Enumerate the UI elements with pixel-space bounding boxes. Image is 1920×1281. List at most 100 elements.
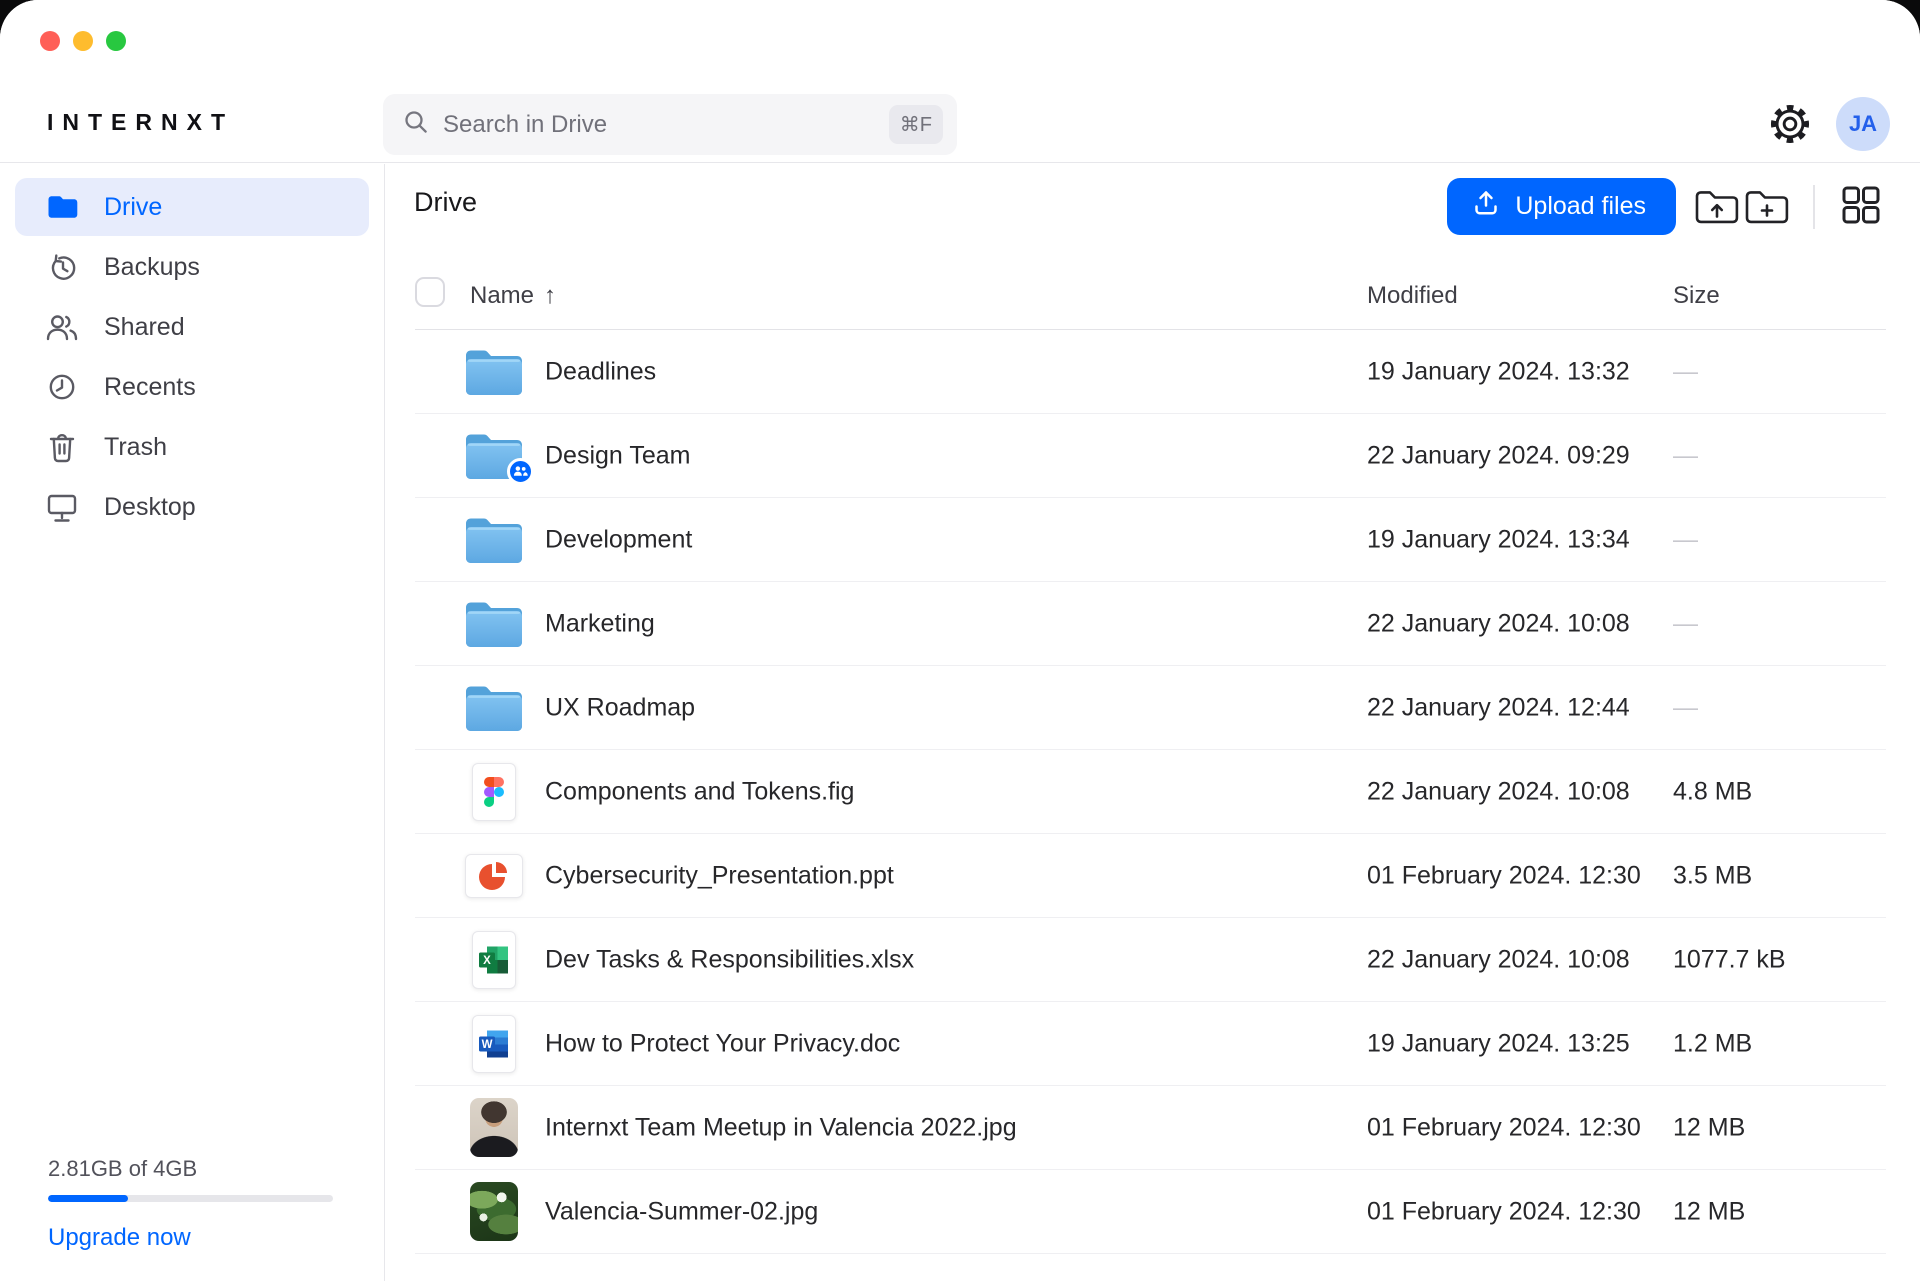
- table-row[interactable]: W How to Protect Your Privacy.doc 19 Janua…: [415, 1002, 1886, 1086]
- table-row[interactable]: Deadlines 19 January 2024. 13:32 —: [415, 330, 1886, 414]
- column-header-size[interactable]: Size: [1673, 282, 1720, 310]
- modified-date: 22 January 2024. 10:08: [1367, 609, 1630, 638]
- file-name: How to Protect Your Privacy.doc: [545, 1029, 900, 1058]
- file-size: —: [1673, 525, 1698, 554]
- table-row[interactable]: Valencia-Summer-02.jpg 01 February 2024. …: [415, 1170, 1886, 1254]
- photo-thumbnail-portrait: [459, 1086, 529, 1169]
- modified-date: 19 January 2024. 13:34: [1367, 525, 1630, 554]
- column-header-modified[interactable]: Modified: [1367, 282, 1458, 310]
- grid-view-button[interactable]: [1836, 182, 1886, 232]
- storage-usage-label: 2.81GB of 4GB: [48, 1156, 333, 1182]
- search-input[interactable]: Search in Drive ⌘F: [383, 94, 957, 155]
- sidebar-item-label: Trash: [104, 433, 167, 462]
- sidebar-item-label: Backups: [104, 253, 200, 282]
- recents-icon: [45, 371, 79, 403]
- word-icon: W: [459, 1002, 529, 1085]
- file-name: Deadlines: [545, 357, 656, 386]
- file-name: Components and Tokens.fig: [545, 777, 854, 806]
- sidebar-item-backups[interactable]: Backups: [15, 238, 369, 296]
- app-window: INTERNXT Search in Drive ⌘F JA Drive Back…: [0, 0, 1920, 1281]
- table-header: Name ↑ Modified Size: [415, 262, 1886, 330]
- file-name: UX Roadmap: [545, 693, 695, 722]
- folder-icon: [459, 414, 529, 497]
- file-size: —: [1673, 441, 1698, 470]
- excel-icon: X: [459, 918, 529, 1001]
- table-row[interactable]: XDev Tasks & Responsibilities.xlsx22 Jan…: [415, 918, 1886, 1002]
- folder-upload-icon: [1693, 184, 1741, 229]
- select-all-checkbox[interactable]: [415, 277, 445, 307]
- modified-date: 19 January 2024. 13:25: [1367, 1029, 1630, 1058]
- minimize-window-button[interactable]: [73, 31, 93, 51]
- sidebar-item-trash[interactable]: Trash: [15, 418, 369, 476]
- figma-icon: [459, 750, 529, 833]
- powerpoint-icon: [459, 834, 529, 917]
- top-bar: INTERNXT Search in Drive ⌘F JA: [0, 0, 1920, 163]
- modified-date: 22 January 2024. 09:29: [1367, 441, 1630, 470]
- gear-icon: [1767, 101, 1813, 150]
- sidebar-item-recents[interactable]: Recents: [15, 358, 369, 416]
- photo-thumbnail-leaves: [459, 1170, 529, 1253]
- file-name: Design Team: [545, 441, 690, 470]
- table-row[interactable]: Marketing22 January 2024. 10:08—: [415, 582, 1886, 666]
- table-row[interactable]: Cybersecurity_Presentation.ppt 01 Februar…: [415, 834, 1886, 918]
- sidebar-item-desktop[interactable]: Desktop: [15, 478, 369, 536]
- main-content: Drive Upload files: [386, 164, 1920, 1281]
- toolbar-divider: [1813, 185, 1815, 229]
- table-row[interactable]: UX Roadmap 22 January 2024. 12:44 —: [415, 666, 1886, 750]
- modified-date: 01 February 2024. 12:30: [1367, 861, 1641, 890]
- grid-view-icon: [1839, 183, 1883, 230]
- upload-files-label: Upload files: [1515, 192, 1646, 221]
- file-size: —: [1673, 357, 1698, 386]
- file-table: Name ↑ Modified Size Deadlines 19 January…: [415, 262, 1886, 1254]
- zoom-window-button[interactable]: [106, 31, 126, 51]
- folder-icon: [459, 666, 529, 749]
- modified-date: 22 January 2024. 10:08: [1367, 945, 1630, 974]
- folder-icon: [459, 330, 529, 413]
- upgrade-now-link[interactable]: Upgrade now: [48, 1224, 191, 1252]
- storage-widget: 2.81GB of 4GB Upgrade now: [48, 1156, 333, 1252]
- table-row[interactable]: Design Team 22 January 2024. 09:29 —: [415, 414, 1886, 498]
- avatar[interactable]: JA: [1836, 97, 1890, 151]
- svg-text:W: W: [482, 1039, 493, 1051]
- modified-date: 22 January 2024. 12:44: [1367, 693, 1630, 722]
- modified-date: 22 January 2024. 10:08: [1367, 777, 1630, 806]
- file-size: 1.2 MB: [1673, 1029, 1752, 1058]
- file-size: 12 MB: [1673, 1197, 1745, 1226]
- page-title: Drive: [414, 187, 477, 218]
- sidebar: Drive Backups Shared Recents Trash Desktop 2.…: [0, 164, 385, 1281]
- file-size: 4.8 MB: [1673, 777, 1752, 806]
- close-window-button[interactable]: [40, 31, 60, 51]
- sidebar-item-drive[interactable]: Drive: [15, 178, 369, 236]
- column-header-name[interactable]: Name ↑: [470, 282, 556, 310]
- search-shortcut-badge: ⌘F: [889, 105, 943, 144]
- file-size: —: [1673, 609, 1698, 638]
- modified-date: 19 January 2024. 13:32: [1367, 357, 1630, 386]
- name-header-label: Name: [470, 282, 534, 310]
- upload-icon: [1471, 188, 1501, 225]
- upload-files-button[interactable]: Upload files: [1447, 178, 1676, 235]
- settings-button[interactable]: [1766, 101, 1814, 149]
- file-name: Internxt Team Meetup in Valencia 2022.jp…: [545, 1113, 1017, 1142]
- file-size: 1077.7 kB: [1673, 945, 1786, 974]
- table-row[interactable]: Internxt Team Meetup in Valencia 2022.jp…: [415, 1086, 1886, 1170]
- desktop-icon: [45, 492, 79, 523]
- new-folder-button[interactable]: [1742, 182, 1792, 232]
- table-row[interactable]: Development19 January 2024. 13:34—: [415, 498, 1886, 582]
- sidebar-item-label: Shared: [104, 313, 185, 342]
- upload-folder-button[interactable]: [1692, 182, 1742, 232]
- internxt-logo: INTERNXT: [47, 109, 234, 136]
- sidebar-item-shared[interactable]: Shared: [15, 298, 369, 356]
- shared-icon: [45, 313, 79, 341]
- sort-ascending-icon: ↑: [544, 282, 556, 310]
- folder-icon: [45, 194, 79, 220]
- modified-date: 01 February 2024. 12:30: [1367, 1197, 1641, 1226]
- table-row[interactable]: Components and Tokens.fig 22 January 2024…: [415, 750, 1886, 834]
- search-icon: [403, 109, 429, 140]
- file-size: —: [1673, 693, 1698, 722]
- file-name: Valencia-Summer-02.jpg: [545, 1197, 818, 1226]
- folder-plus-icon: [1743, 184, 1791, 229]
- file-size: 3.5 MB: [1673, 861, 1752, 890]
- toolbar: Upload files: [1447, 178, 1886, 235]
- file-name: Cybersecurity_Presentation.ppt: [545, 861, 894, 890]
- window-controls: [40, 31, 126, 51]
